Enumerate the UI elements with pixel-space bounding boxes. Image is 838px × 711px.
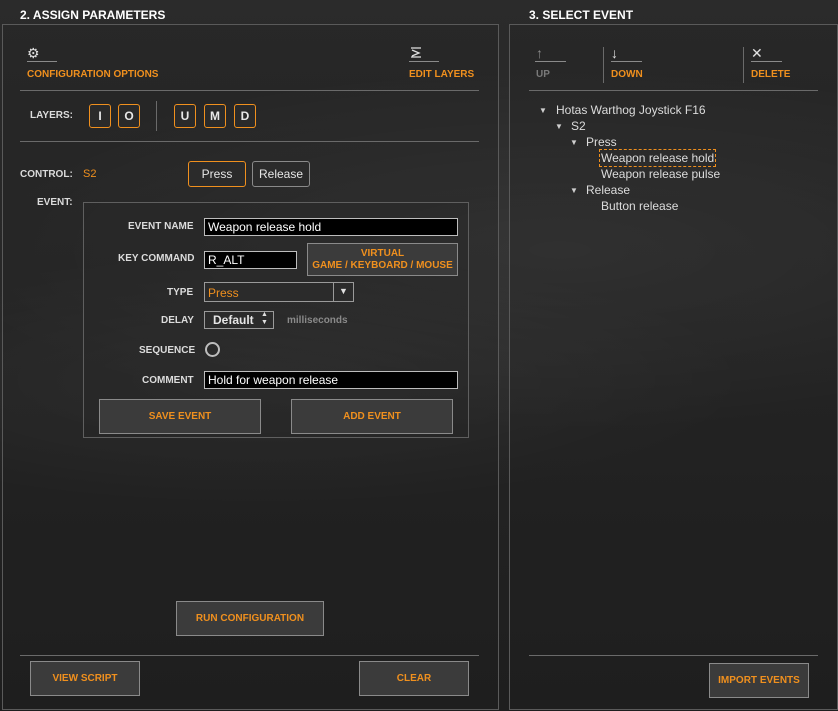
add-event-button[interactable]: ADD EVENT: [291, 399, 453, 434]
event-name-label: EVENT NAME: [128, 221, 194, 232]
edit-layers-button[interactable]: EDIT LAYERS: [409, 69, 474, 80]
divider: [20, 655, 479, 656]
gear-icon[interactable]: ⚙: [27, 46, 40, 60]
control-value: S2: [83, 168, 97, 180]
comment-input[interactable]: Hold for weapon release: [204, 371, 458, 389]
configuration-options-button[interactable]: CONFIGURATION OPTIONS: [27, 69, 158, 80]
layer-button-i[interactable]: I: [89, 104, 111, 128]
type-select-divider: [333, 283, 334, 301]
tree-root[interactable]: Hotas Warthog Joystick F16: [556, 103, 706, 117]
delay-label: DELAY: [161, 315, 194, 326]
layer-button-u[interactable]: U: [174, 104, 196, 128]
type-select-value: Press: [208, 286, 239, 300]
up-underline: [535, 61, 566, 62]
layer-button-m[interactable]: M: [204, 104, 226, 128]
tree-expand-icon[interactable]: ▼: [570, 138, 578, 147]
divider: [529, 655, 818, 656]
config-underline: [27, 61, 57, 62]
sequence-label: SEQUENCE: [139, 345, 196, 356]
tree-expand-icon[interactable]: ▼: [555, 122, 563, 131]
edit-layers-underline: [409, 61, 439, 62]
arrow-up-icon[interactable]: ↑: [536, 46, 543, 60]
arrow-down-icon[interactable]: ↓: [611, 46, 618, 60]
key-command-input[interactable]: R_ALT: [204, 251, 297, 269]
import-events-button[interactable]: IMPORT EVENTS: [709, 663, 809, 698]
virtual-game-keyboard-mouse-button[interactable]: VIRTUAL GAME / KEYBOARD / MOUSE: [307, 243, 458, 276]
tree-release-group[interactable]: Release: [586, 183, 630, 197]
down-underline: [611, 61, 642, 62]
view-script-button[interactable]: VIEW SCRIPT: [30, 661, 140, 696]
virtual-button-line1: VIRTUAL: [360, 247, 405, 259]
tree-expand-icon[interactable]: ▼: [570, 186, 578, 195]
select-event-title: 3. SELECT EVENT: [529, 8, 634, 22]
delay-value: Default: [213, 313, 254, 327]
delete-underline: [751, 61, 782, 62]
layer-button-o[interactable]: O: [118, 104, 140, 128]
tree-control[interactable]: S2: [571, 119, 586, 133]
divider: [20, 90, 479, 91]
comment-label: COMMENT: [142, 375, 194, 386]
key-command-label: KEY COMMAND: [118, 253, 195, 264]
clear-button[interactable]: CLEAR: [359, 661, 469, 696]
divider: [20, 141, 479, 142]
layer-button-d[interactable]: D: [234, 104, 256, 128]
run-configuration-button[interactable]: RUN CONFIGURATION: [176, 601, 324, 636]
layers-label: LAYERS:: [30, 110, 73, 121]
type-label: TYPE: [167, 287, 194, 298]
delay-stepper[interactable]: Default ▲ ▼: [204, 311, 274, 329]
tree-event-selected[interactable]: Weapon release hold: [599, 149, 717, 167]
chevron-down-icon[interactable]: ▼: [339, 286, 348, 296]
sequence-radio[interactable]: [205, 342, 220, 357]
tree-event[interactable]: Weapon release pulse: [601, 167, 720, 181]
down-button[interactable]: DOWN: [611, 69, 643, 80]
layers-separator: [156, 101, 157, 131]
tree-press-group[interactable]: Press: [586, 135, 617, 149]
divider: [529, 90, 818, 91]
virtual-button-line2: GAME / KEYBOARD / MOUSE: [312, 259, 453, 271]
toolbar-separator: [743, 47, 744, 83]
tree-expand-icon[interactable]: ▼: [539, 106, 547, 115]
assign-parameters-title: 2. ASSIGN PARAMETERS: [20, 8, 166, 22]
delete-button[interactable]: DELETE: [751, 69, 790, 80]
toolbar-separator: [603, 47, 604, 83]
save-event-button[interactable]: SAVE EVENT: [99, 399, 261, 434]
delay-unit: milliseconds: [287, 315, 348, 326]
layers-edit-icon[interactable]: [409, 46, 423, 62]
tree-event[interactable]: Button release: [601, 199, 678, 213]
close-icon[interactable]: ✕: [751, 46, 763, 60]
stepper-arrows-icon[interactable]: ▲ ▼: [261, 311, 268, 327]
control-label: CONTROL:: [20, 169, 73, 180]
event-label: EVENT:: [37, 197, 73, 208]
press-button[interactable]: Press: [188, 161, 246, 187]
release-button[interactable]: Release: [252, 161, 310, 187]
type-select[interactable]: Press ▼: [204, 282, 354, 302]
up-button[interactable]: UP: [536, 69, 550, 80]
event-name-input[interactable]: Weapon release hold: [204, 218, 458, 236]
